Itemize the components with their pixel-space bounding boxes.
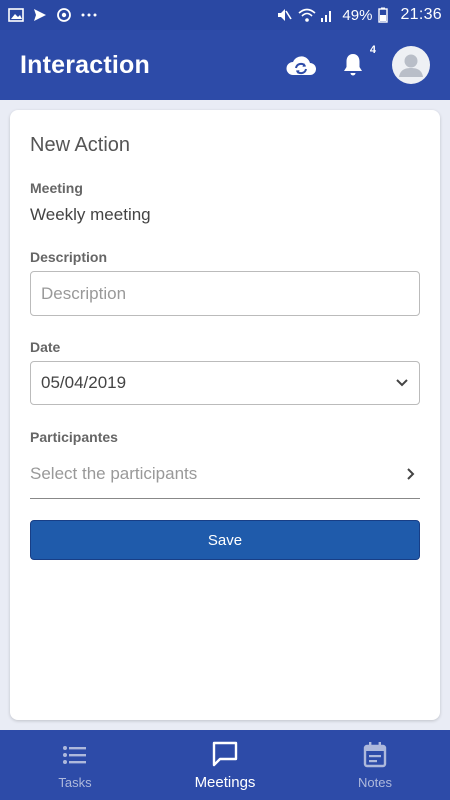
more-dots-icon xyxy=(80,7,97,23)
calendar-icon xyxy=(361,741,389,769)
status-left-icons xyxy=(8,7,97,23)
meeting-label: Meeting xyxy=(30,180,83,196)
battery-percentage: 49% xyxy=(342,6,373,24)
cloud-sync-button[interactable] xyxy=(284,48,318,82)
chat-icon xyxy=(211,740,239,768)
app-bar: Interaction 4 xyxy=(0,30,450,100)
status-right-icons: 49% 21:36 xyxy=(276,6,442,24)
nav-label-notes: Notes xyxy=(358,774,392,790)
nav-label-meetings: Meetings xyxy=(194,773,256,791)
avatar-icon xyxy=(399,54,423,77)
list-icon xyxy=(61,741,89,769)
battery-icon xyxy=(378,7,394,23)
send-icon xyxy=(32,7,48,23)
nav-item-tasks[interactable]: Tasks xyxy=(0,730,150,800)
nav-item-meetings[interactable]: Meetings xyxy=(150,730,300,800)
participants-label: Participantes xyxy=(30,429,118,445)
wifi-icon xyxy=(298,7,316,23)
notification-count-badge: 4 xyxy=(369,44,376,56)
description-label: Description xyxy=(30,249,108,265)
participants-placeholder: Select the participants xyxy=(30,464,198,483)
chevron-down-icon xyxy=(396,379,408,387)
notifications-button[interactable]: 4 xyxy=(336,44,376,82)
nav-label-tasks: Tasks xyxy=(58,774,92,790)
date-label: Date xyxy=(30,339,61,355)
meeting-value: Weekly meeting xyxy=(30,205,151,224)
card-title: New Action xyxy=(30,134,131,156)
mute-icon xyxy=(276,7,293,23)
status-bar: 49% 21:36 xyxy=(0,0,450,30)
date-value: 05/04/2019 xyxy=(41,373,127,392)
new-action-card: New Action Meeting Weekly meeting Descri… xyxy=(10,110,440,720)
save-button[interactable]: Save xyxy=(30,520,420,560)
app-title: Interaction xyxy=(20,50,150,79)
description-input[interactable] xyxy=(30,271,420,316)
app-actions: 4 xyxy=(284,44,430,84)
sync-circle-icon xyxy=(56,7,72,23)
nav-item-notes[interactable]: Notes xyxy=(300,730,450,800)
signal-icon xyxy=(320,7,336,23)
chevron-right-icon xyxy=(407,468,415,480)
bottom-nav: Tasks Meetings Notes xyxy=(0,730,450,800)
date-select[interactable]: 05/04/2019 xyxy=(30,361,420,405)
cloud-sync-icon xyxy=(286,56,316,75)
bell-icon xyxy=(344,54,362,76)
status-time: 21:36 xyxy=(400,6,442,23)
avatar[interactable] xyxy=(392,46,430,84)
participants-select[interactable]: Select the participants xyxy=(30,450,420,499)
image-icon xyxy=(8,7,24,23)
